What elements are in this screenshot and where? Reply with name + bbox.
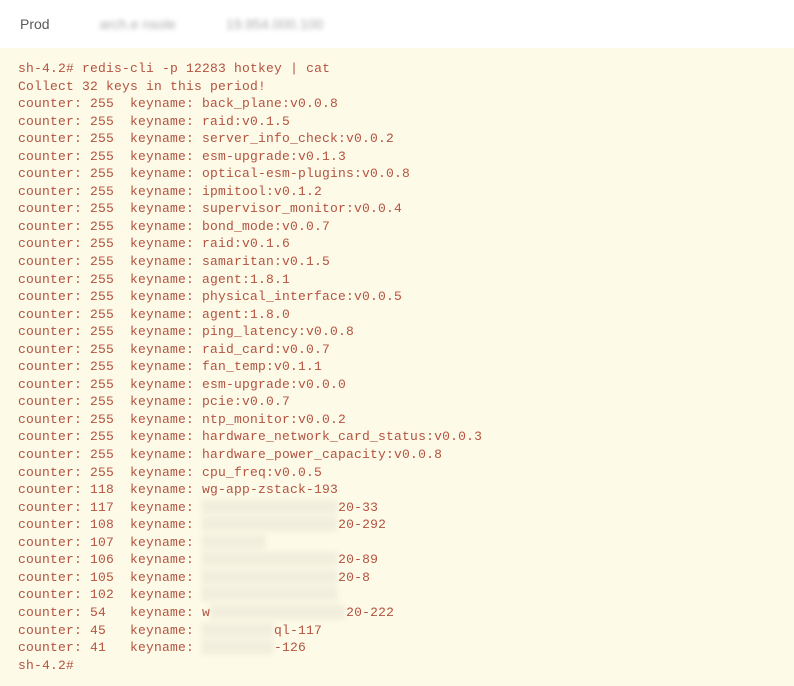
command: redis-cli -p 12283 hotkey | cat [82, 61, 330, 76]
hotkey-row: counter: 255 keyname: hardware_power_cap… [18, 447, 442, 462]
hotkey-row: counter: 255 keyname: raid:v0.1.6 [18, 236, 290, 251]
hotkey-row: counter: 255 keyname: supervisor_monitor… [18, 201, 402, 216]
hotkey-row: counter: 255 keyname: esm-upgrade:v0.1.3 [18, 149, 346, 164]
hotkey-row: counter: 255 keyname: esm-upgrade:v0.0.0 [18, 377, 346, 392]
terminal-output[interactable]: sh-4.2# redis-cli -p 12283 hotkey | cat … [0, 48, 794, 686]
hotkey-row: counter: 255 keyname: hardware_network_c… [18, 429, 482, 444]
redacted-keyname: ░░░░░░░░░░░░░░░░░ [202, 569, 338, 587]
host-label: 19.954.000.100 [226, 16, 323, 32]
hotkey-row: counter: 108 keyname: ░░░░░░░░░░░░░░░░░2… [18, 517, 386, 532]
hotkey-row: counter: 255 keyname: bond_mode:v0.0.7 [18, 219, 330, 234]
env-label[interactable]: Prod [20, 16, 50, 32]
breadcrumb[interactable]: arch.e nsole [100, 16, 176, 32]
hotkey-row: counter: 255 keyname: agent:1.8.0 [18, 307, 290, 322]
hotkey-row: counter: 255 keyname: raid_card:v0.0.7 [18, 342, 330, 357]
hotkey-row: counter: 41 keyname: ░░░░░░░░░-126 [18, 640, 306, 655]
hotkey-row: counter: 54 keyname: w░░░░░░░░░░░░░░░░░2… [18, 605, 394, 620]
redacted-keyname: ░░░░░░░░░░░░░░░░░ [202, 516, 338, 534]
hotkey-row: counter: 255 keyname: fan_temp:v0.1.1 [18, 359, 322, 374]
redacted-keyname: ░░░░░░░░░░░░░░░░░ [202, 586, 338, 604]
toolbar: Prod arch.e nsole 19.954.000.100 [0, 0, 794, 48]
redacted-keyname: ░░░░░░░░░░░░░░░░░ [202, 499, 338, 517]
redacted-keyname: ░░░░░░░░░░░░░░░░░ [210, 604, 346, 622]
hotkey-row: counter: 118 keyname: wg-app-zstack-193 [18, 482, 338, 497]
hotkey-row: counter: 106 keyname: ░░░░░░░░░░░░░░░░░2… [18, 552, 378, 567]
hotkey-row: counter: 255 keyname: samaritan:v0.1.5 [18, 254, 330, 269]
hotkey-row: counter: 255 keyname: physical_interface… [18, 289, 402, 304]
hotkey-row: counter: 105 keyname: ░░░░░░░░░░░░░░░░░2… [18, 570, 370, 585]
redacted-keyname: ░░░░░░░░░░░░░░░░░ [202, 551, 338, 569]
prompt: sh-4.2# [18, 61, 74, 76]
trailing-prompt[interactable]: sh-4.2# [18, 658, 74, 673]
hotkey-row: counter: 255 keyname: agent:1.8.1 [18, 272, 290, 287]
hotkey-row: counter: 255 keyname: raid:v0.1.5 [18, 114, 290, 129]
redacted-keyname: ░░░░░░░░░ [202, 622, 274, 640]
redacted-keyname: ░░░░░░░░ [202, 534, 266, 552]
hotkey-row: counter: 255 keyname: ipmitool:v0.1.2 [18, 184, 322, 199]
hotkey-row: counter: 107 keyname: ░░░░░░░░ [18, 535, 266, 550]
hotkey-row: counter: 255 keyname: back_plane:v0.0.8 [18, 96, 338, 111]
collect-summary: Collect 32 keys in this period! [18, 79, 266, 94]
hotkey-row: counter: 255 keyname: optical-esm-plugin… [18, 166, 410, 181]
hotkey-row: counter: 255 keyname: pcie:v0.0.7 [18, 394, 290, 409]
hotkey-row: counter: 255 keyname: cpu_freq:v0.0.5 [18, 465, 322, 480]
hotkey-row: counter: 255 keyname: server_info_check:… [18, 131, 394, 146]
hotkey-row: counter: 45 keyname: ░░░░░░░░░ql-117 [18, 623, 322, 638]
hotkey-row: counter: 255 keyname: ntp_monitor:v0.0.2 [18, 412, 346, 427]
redacted-keyname: ░░░░░░░░░ [202, 639, 274, 657]
hotkey-row: counter: 117 keyname: ░░░░░░░░░░░░░░░░░2… [18, 500, 378, 515]
hotkey-row: counter: 255 keyname: ping_latency:v0.0.… [18, 324, 354, 339]
hotkey-row: counter: 102 keyname: ░░░░░░░░░░░░░░░░░ [18, 587, 338, 602]
